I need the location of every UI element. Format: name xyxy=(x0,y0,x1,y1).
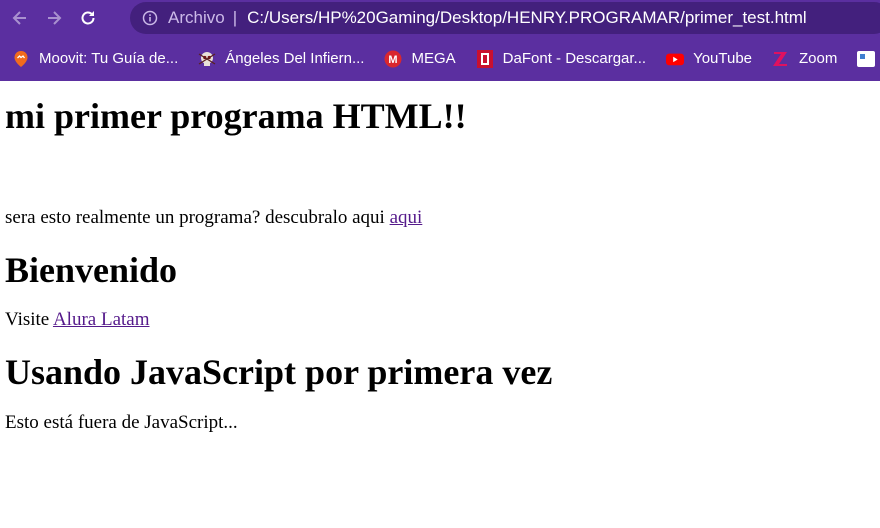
intro-paragraph: sera esto realmente un programa? descubr… xyxy=(5,206,875,230)
visit-text: Visite xyxy=(5,309,53,330)
partial-bookmark-icon xyxy=(857,50,876,68)
bookmark-youtube[interactable]: YouTube xyxy=(666,50,752,68)
aqui-link[interactable]: aqui xyxy=(390,207,423,228)
browser-toolbar: Archivo | C:/Users/HP%20Gaming/Desktop/H… xyxy=(0,0,880,36)
page-content: mi primer programa HTML!! sera esto real… xyxy=(5,81,875,435)
reload-button[interactable] xyxy=(74,4,102,32)
bookmark-moovit[interactable]: Moovit: Tu Guía de... xyxy=(12,50,178,68)
intro-text: sera esto realmente un programa? descubr… xyxy=(5,207,390,228)
skull-icon xyxy=(198,50,216,68)
mega-icon: M xyxy=(384,50,402,68)
back-arrow-icon xyxy=(12,11,26,25)
dafont-icon xyxy=(476,49,494,68)
welcome-heading: Bienvenido xyxy=(5,250,178,290)
address-separator: | xyxy=(232,8,238,27)
forward-button[interactable] xyxy=(40,4,68,32)
bookmark-label: YouTube xyxy=(693,50,753,67)
bookmark-overflow[interactable] xyxy=(857,50,880,68)
youtube-icon xyxy=(666,50,685,68)
moovit-icon xyxy=(12,50,30,68)
outside-javascript-text: Esto está fuera de JavaScript... xyxy=(5,412,238,433)
zoom-icon xyxy=(772,50,790,68)
page-title: mi primer programa HTML!! xyxy=(5,96,467,136)
svg-text:M: M xyxy=(389,54,398,66)
bookmarks-bar: Moovit: Tu Guía de... Ángeles Del Infier… xyxy=(0,36,880,81)
address-url[interactable]: C:/Users/HP%20Gaming/Desktop/HENRY.PROGR… xyxy=(247,8,807,28)
bookmark-dafont[interactable]: DaFont - Descargar... xyxy=(476,49,647,68)
bookmark-label: DaFont - Descargar... xyxy=(502,50,647,67)
bookmark-label: MEGA xyxy=(411,50,456,67)
bookmark-label: Moovit: Tu Guía de... xyxy=(39,50,179,67)
alura-latam-link[interactable]: Alura Latam xyxy=(53,309,150,330)
address-scheme-label: Archivo xyxy=(168,8,225,27)
forward-arrow-icon xyxy=(48,11,62,25)
javascript-heading: Usando JavaScript por primera vez xyxy=(5,352,553,392)
visit-paragraph: Visite Alura Latam xyxy=(5,308,875,332)
bookmark-label: Ángeles Del Infiern... xyxy=(225,50,365,67)
bookmark-angeles[interactable]: Ángeles Del Infiern... xyxy=(198,50,364,68)
bookmark-mega[interactable]: M MEGA xyxy=(384,50,456,68)
address-bar[interactable]: Archivo | C:/Users/HP%20Gaming/Desktop/H… xyxy=(130,2,880,34)
reload-icon xyxy=(81,11,95,25)
info-icon[interactable] xyxy=(142,10,158,26)
back-button[interactable] xyxy=(6,4,34,32)
bookmark-label: Zoom xyxy=(799,50,838,67)
bookmark-zoom[interactable]: Zoom xyxy=(772,50,837,68)
